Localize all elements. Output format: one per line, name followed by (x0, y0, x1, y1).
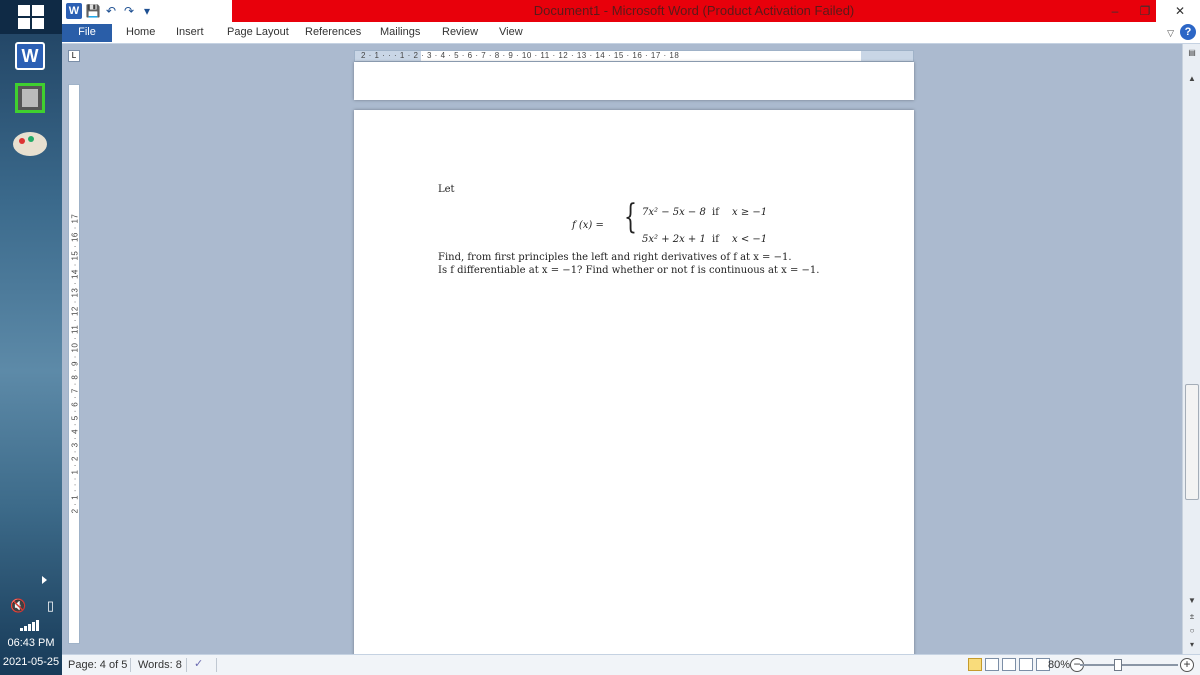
math-case2-cond: x < −1 (732, 234, 768, 245)
vertical-ruler-ticks: 2 · 1 · · · 1 · 2 · 3 · 4 · 5 · 6 · 7 · … (70, 213, 80, 514)
zoom-slider-track[interactable] (1080, 664, 1178, 666)
tab-selector[interactable]: L (68, 50, 80, 62)
tab-review[interactable]: Review (442, 26, 478, 38)
zoom-level[interactable]: 80% (1048, 659, 1070, 671)
taskbar-word-button[interactable]: W (8, 38, 52, 74)
app-thumbnail-icon (15, 83, 45, 113)
volume-muted-icon[interactable]: 🔇 (10, 598, 26, 618)
paint-palette-icon (13, 132, 47, 156)
math-left-brace: { (624, 197, 637, 237)
scroll-down-arrow-icon[interactable]: ▼ (1183, 596, 1200, 605)
page-count[interactable]: Page: 4 of 5 (68, 659, 127, 671)
scroll-up-arrow-icon[interactable]: ▲ (1183, 74, 1200, 83)
taskbar: W 🔇 ▯ 06:43 PM 2021-05-25 (0, 0, 62, 675)
tab-mailings[interactable]: Mailings (380, 26, 420, 38)
text-let: Let (438, 184, 455, 195)
math-case1-if: if (712, 207, 719, 218)
status-separator (186, 658, 187, 672)
taskbar-app-button[interactable] (8, 80, 52, 116)
window-controls: – ❐ ✕ (1100, 0, 1200, 22)
system-tray: 🔇 ▯ (10, 598, 54, 618)
vertical-scrollbar[interactable]: ▤ ▲ ▼ ± ○ ▾ (1182, 44, 1200, 654)
ruler-toggle-icon[interactable]: ▤ (1183, 48, 1200, 57)
math-fx: f (x) = (572, 220, 604, 231)
word-app-icon: W (15, 42, 45, 70)
customize-qat-icon[interactable]: ▾ (140, 4, 154, 18)
minimize-ribbon-icon[interactable]: ▽ (1167, 28, 1174, 39)
browse-object-icon[interactable]: ○ (1183, 626, 1200, 635)
network-signal-icon[interactable] (20, 620, 39, 631)
status-separator (216, 658, 217, 672)
taskbar-paint-button[interactable] (8, 126, 52, 162)
web-layout-view-icon[interactable] (1002, 658, 1016, 671)
math-case2-expr: 5x² + 2x + 1 (642, 234, 706, 245)
battery-icon[interactable]: ▯ (47, 598, 54, 618)
document-area[interactable]: L 2 · 1 · · · 1 · 2 · 3 · 4 · 5 · 6 · 7 … (62, 44, 1182, 670)
redo-icon[interactable]: ↷ (122, 4, 136, 18)
tab-page-layout[interactable]: Page Layout (227, 26, 289, 38)
tab-file[interactable]: File (62, 24, 112, 42)
view-buttons (968, 658, 1050, 671)
outline-view-icon[interactable] (1019, 658, 1033, 671)
close-button[interactable]: ✕ (1160, 0, 1200, 22)
tab-view[interactable]: View (499, 26, 523, 38)
tab-references[interactable]: References (305, 26, 361, 38)
tab-insert[interactable]: Insert (176, 26, 204, 38)
math-case2-if: if (712, 234, 719, 245)
save-icon[interactable]: 💾 (86, 4, 101, 18)
horizontal-ruler[interactable]: 2 · 1 · · · 1 · 2 · 3 · 4 · 5 · 6 · 7 · … (354, 50, 914, 62)
window-title: Document1 - Microsoft Word (Product Acti… (533, 3, 855, 18)
vertical-ruler[interactable]: 2 · 1 · · · 1 · 2 · 3 · 4 · 5 · 6 · 7 · … (68, 84, 80, 644)
ribbon-tabs: File Home Insert Page Layout References … (62, 22, 1200, 44)
restore-button[interactable]: ❐ (1130, 0, 1160, 22)
next-page-icon[interactable]: ▾ (1183, 640, 1200, 649)
page-current[interactable]: Let f (x) = { 7x² − 5x − 8 if x ≥ −1 5x²… (354, 110, 914, 670)
start-button[interactable] (0, 0, 62, 34)
text-question-2: Is f differentiable at x = −1? Find whet… (438, 265, 820, 276)
undo-icon[interactable]: ↶ (104, 4, 118, 18)
status-separator (130, 658, 131, 672)
page-previous[interactable] (354, 62, 914, 100)
scrollbar-thumb[interactable] (1185, 384, 1199, 500)
show-hidden-icons-icon[interactable] (42, 576, 47, 584)
title-highlight: Document1 - Microsoft Word (Product Acti… (232, 0, 1156, 22)
zoom-slider-knob[interactable] (1114, 659, 1122, 671)
minimize-button[interactable]: – (1100, 0, 1130, 22)
tab-home[interactable]: Home (126, 26, 155, 38)
ruler-right-margin (861, 51, 913, 61)
text-question-1: Find, from first principles the left and… (438, 252, 792, 263)
clock-date[interactable]: 2021-05-25 (0, 656, 62, 668)
math-case1-cond: x ≥ −1 (732, 207, 768, 218)
status-bar: Page: 4 of 5 Words: 8 ✓ 80% − + (62, 654, 1200, 675)
print-layout-view-icon[interactable] (968, 658, 982, 671)
clock-time[interactable]: 06:43 PM (0, 637, 62, 649)
title-bar: W 💾 ↶ ↷ ▾ Document1 - Microsoft Word (Pr… (62, 0, 1200, 22)
previous-page-icon[interactable]: ± (1183, 612, 1200, 621)
help-icon[interactable]: ? (1180, 24, 1196, 40)
zoom-in-button[interactable]: + (1180, 658, 1194, 672)
full-screen-reading-view-icon[interactable] (985, 658, 999, 671)
horizontal-ruler-ticks: 2 · 1 · · · 1 · 2 · 3 · 4 · 5 · 6 · 7 · … (361, 51, 680, 60)
math-case1-expr: 7x² − 5x − 8 (642, 207, 706, 218)
proofing-icon[interactable]: ✓ (194, 657, 203, 670)
windows-logo-icon (18, 5, 44, 29)
word-count[interactable]: Words: 8 (138, 659, 182, 671)
word-logo-icon[interactable]: W (66, 3, 82, 19)
quick-access-toolbar: W 💾 ↶ ↷ ▾ (66, 3, 154, 19)
